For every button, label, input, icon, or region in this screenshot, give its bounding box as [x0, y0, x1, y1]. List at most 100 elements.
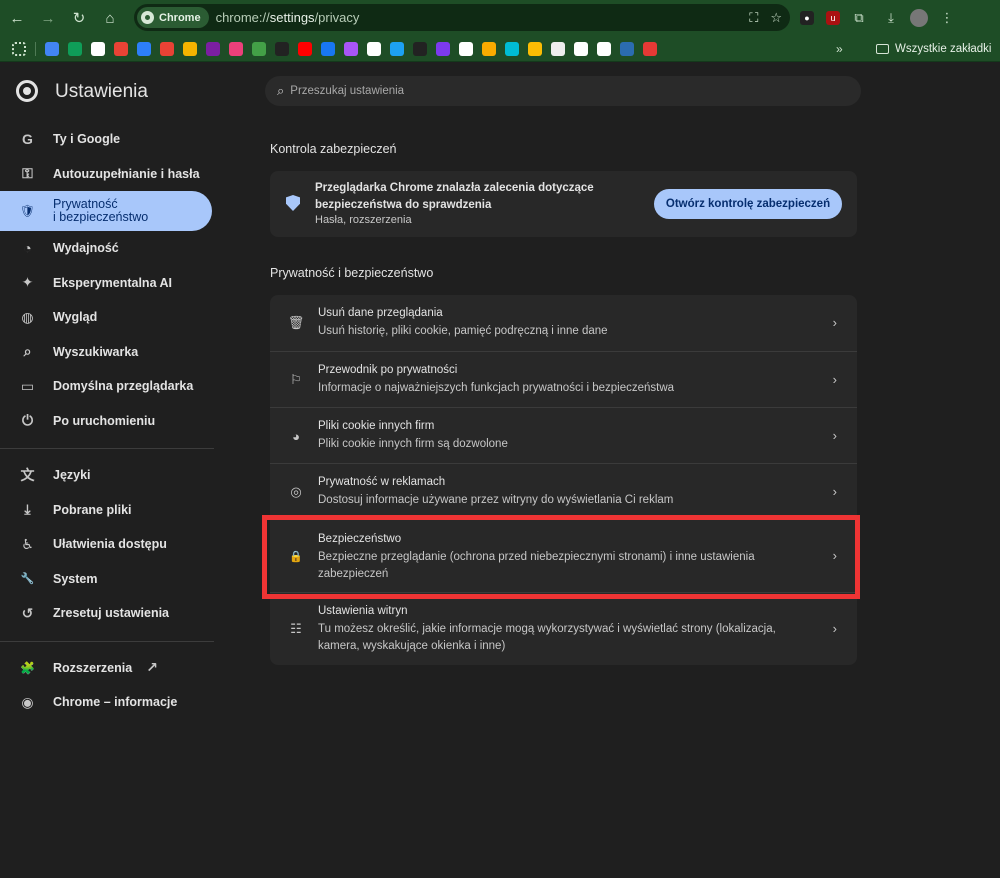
bookmark-favicon-icon[interactable] — [459, 41, 473, 56]
row-privacy-guide[interactable]: ⚐ Przewodnik po prywatności Informacje o… — [270, 351, 857, 407]
row-third-party-cookies[interactable]: ◕ Pliki cookie innych firm Pliki cookie … — [270, 407, 857, 463]
sidebar-item-default-browser[interactable]: ▭ Domyślna przeglądarka — [0, 369, 214, 404]
bookmark-favicon-icon[interactable] — [367, 41, 381, 56]
home-icon[interactable]: ⌂ — [96, 4, 124, 32]
sidebar-item-label: Autouzupełnianie i hasła — [53, 166, 200, 181]
bookmark-favicon-icon[interactable] — [229, 41, 243, 56]
bookmark-favicon-icon[interactable] — [620, 41, 634, 56]
extensions-area: ● u ⧉ ⤓ ⋮ — [800, 0, 954, 36]
sidebar-item-extensions[interactable]: 🧩 Rozszerzenia ↗ — [0, 651, 214, 686]
folder-icon — [876, 43, 889, 54]
bookmark-favicon-icon[interactable] — [252, 41, 266, 56]
sidebar-item-search-engine[interactable]: ⌕ Wyszukiwarka — [0, 335, 214, 370]
bookmark-favicon-icon[interactable] — [505, 41, 519, 56]
bookmark-favicon-icon[interactable] — [137, 41, 151, 56]
apps-grid-icon[interactable] — [12, 41, 26, 56]
bookmark-favicon-icon[interactable] — [45, 41, 59, 56]
bookmark-favicon-icon[interactable] — [643, 41, 657, 56]
page-title: Ustawienia — [55, 81, 148, 102]
screenshot-icon[interactable]: ⛶ — [749, 10, 758, 26]
sidebar-item-performance[interactable]: ◔ Wydajność — [0, 231, 214, 266]
sidebar-item-label: Pobrane pliki — [53, 502, 132, 517]
extension-icon[interactable]: ● — [800, 11, 814, 25]
sidebar-item-you-and-google[interactable]: G Ty i Google — [0, 122, 214, 157]
sidebar-nav: G Ty i Google ⚿ Autouzupełnianie i hasła… — [0, 122, 214, 720]
all-bookmarks-folder[interactable]: Wszystkie zakładki — [876, 43, 992, 55]
bookmark-favicon-icon[interactable] — [390, 41, 404, 56]
address-bar[interactable]: Chrome chrome://settings/privacy ⛶ ☆ — [134, 4, 790, 31]
cookie-icon: ◕ — [292, 428, 300, 444]
puzzle-icon[interactable]: ⧉ — [852, 10, 866, 25]
sidebar-item-experimental-ai[interactable]: ✦ Eksperymentalna AI — [0, 266, 214, 301]
bookmark-star-icon[interactable]: ☆ — [770, 10, 782, 26]
url-text[interactable]: chrome://settings/privacy — [216, 10, 360, 25]
bookmarks-separator — [35, 41, 36, 56]
sidebar-item-label: System — [53, 571, 98, 586]
sidebar-item-about-chrome[interactable]: ◉ Chrome – informacje — [0, 685, 214, 720]
bookmark-favicon-icon[interactable] — [114, 41, 128, 56]
puzzle-icon: 🧩 — [20, 660, 35, 675]
bookmark-favicon-icon[interactable] — [551, 41, 565, 56]
url-suffix: /privacy — [314, 10, 360, 25]
sidebar-item-reset-settings[interactable]: ↺ Zresetuj ustawienia — [0, 596, 214, 631]
bookmark-favicon-icon[interactable] — [574, 41, 588, 56]
bookmark-favicon-icon[interactable] — [275, 41, 289, 56]
bookmark-favicon-icon[interactable] — [528, 41, 542, 56]
bookmark-favicon-icon[interactable] — [298, 41, 312, 56]
translate-icon: 文 — [20, 467, 35, 484]
row-ad-privacy[interactable]: ◎ Prywatność w reklamach Dostosuj inform… — [270, 463, 857, 519]
sidebar-item-on-startup[interactable]: ⏻ Po uruchomieniu — [0, 404, 214, 439]
ad-privacy-icon: ◎ — [290, 484, 302, 499]
external-link-icon: ↗ — [146, 659, 158, 676]
sidebar-item-appearance[interactable]: ◍ Wygląd — [0, 300, 214, 335]
bookmark-favicon-icon[interactable] — [91, 41, 105, 56]
reload-icon[interactable]: ↻ — [65, 4, 93, 32]
bookmark-favicon-icon[interactable] — [344, 41, 358, 56]
search-icon: ⌕ — [277, 83, 285, 98]
wrench-icon: 🔧 — [20, 573, 35, 586]
sliders-icon: ☷ — [290, 621, 302, 636]
sidebar-item-languages[interactable]: 文 Języki — [0, 458, 214, 493]
row-clear-browsing-data[interactable]: 🗑 Usuń dane przeglądania Usuń historię, … — [270, 295, 857, 351]
bookmark-favicon-icon[interactable] — [436, 41, 450, 56]
chevron-right-icon: › — [832, 428, 837, 443]
sidebar-item-label: Domyślna przeglądarka — [53, 379, 194, 394]
sidebar-item-downloads[interactable]: ⤓ Pobrane pliki — [0, 493, 214, 528]
sidebar-item-system[interactable]: 🔧 System — [0, 562, 214, 597]
forward-arrow-icon[interactable]: → — [34, 4, 62, 32]
sidebar-item-label-line1: Prywatność — [53, 196, 118, 211]
sidebar-item-label: Ułatwienia dostępu — [53, 537, 167, 552]
row-title: Przewodnik po prywatności — [318, 364, 458, 376]
settings-search[interactable]: ⌕ — [265, 76, 861, 106]
safety-check-message: Przeglądarka Chrome znalazła zalecenia d… — [315, 182, 594, 211]
row-site-settings[interactable]: ☷ Ustawienia witryn Tu możesz określić, … — [270, 592, 857, 665]
sidebar-divider — [0, 448, 214, 449]
bookmark-favicon-icon[interactable] — [321, 41, 335, 56]
browser-toolbar: ← → ↻ ⌂ Chrome chrome://settings/privacy… — [0, 0, 1000, 36]
avatar[interactable] — [910, 9, 928, 27]
open-safety-check-button[interactable]: Otwórz kontrolę zabezpieczeń — [654, 189, 842, 219]
bookmark-favicon-icon[interactable] — [183, 41, 197, 56]
chevron-right-icon: › — [832, 621, 837, 636]
bookmark-favicon-icon[interactable] — [160, 41, 174, 56]
menu-dots-icon[interactable]: ⋮ — [940, 10, 954, 25]
bookmark-favicon-icon[interactable] — [413, 41, 427, 56]
bookmark-favicon-icon[interactable] — [482, 41, 496, 56]
more-bookmarks-button[interactable]: » — [836, 42, 843, 56]
bookmark-favicon-icon[interactable] — [206, 41, 220, 56]
bookmark-favicon-icon[interactable] — [597, 41, 611, 56]
url-main: settings — [269, 10, 315, 25]
speedometer-icon: ◔ — [23, 240, 32, 257]
site-chip[interactable]: Chrome — [137, 7, 209, 28]
back-arrow-icon[interactable]: ← — [3, 4, 31, 32]
search-input[interactable] — [290, 85, 791, 97]
bookmark-favicon-icon[interactable] — [68, 41, 82, 56]
download-icon[interactable]: ⤓ — [884, 10, 898, 25]
sidebar-item-privacy[interactable]: 🛡 Prywatność i bezpieczeństwo — [0, 191, 212, 231]
safety-check-card: Przeglądarka Chrome znalazła zalecenia d… — [270, 171, 857, 237]
sidebar-item-accessibility[interactable]: ♿ Ułatwienia dostępu — [0, 527, 214, 562]
sidebar-item-autofill[interactable]: ⚿ Autouzupełnianie i hasła — [0, 157, 214, 192]
ublock-icon[interactable]: u — [826, 11, 840, 25]
chevron-right-icon: › — [832, 315, 837, 330]
sidebar-item-label-line2: i bezpieczeństwo — [53, 210, 149, 224]
